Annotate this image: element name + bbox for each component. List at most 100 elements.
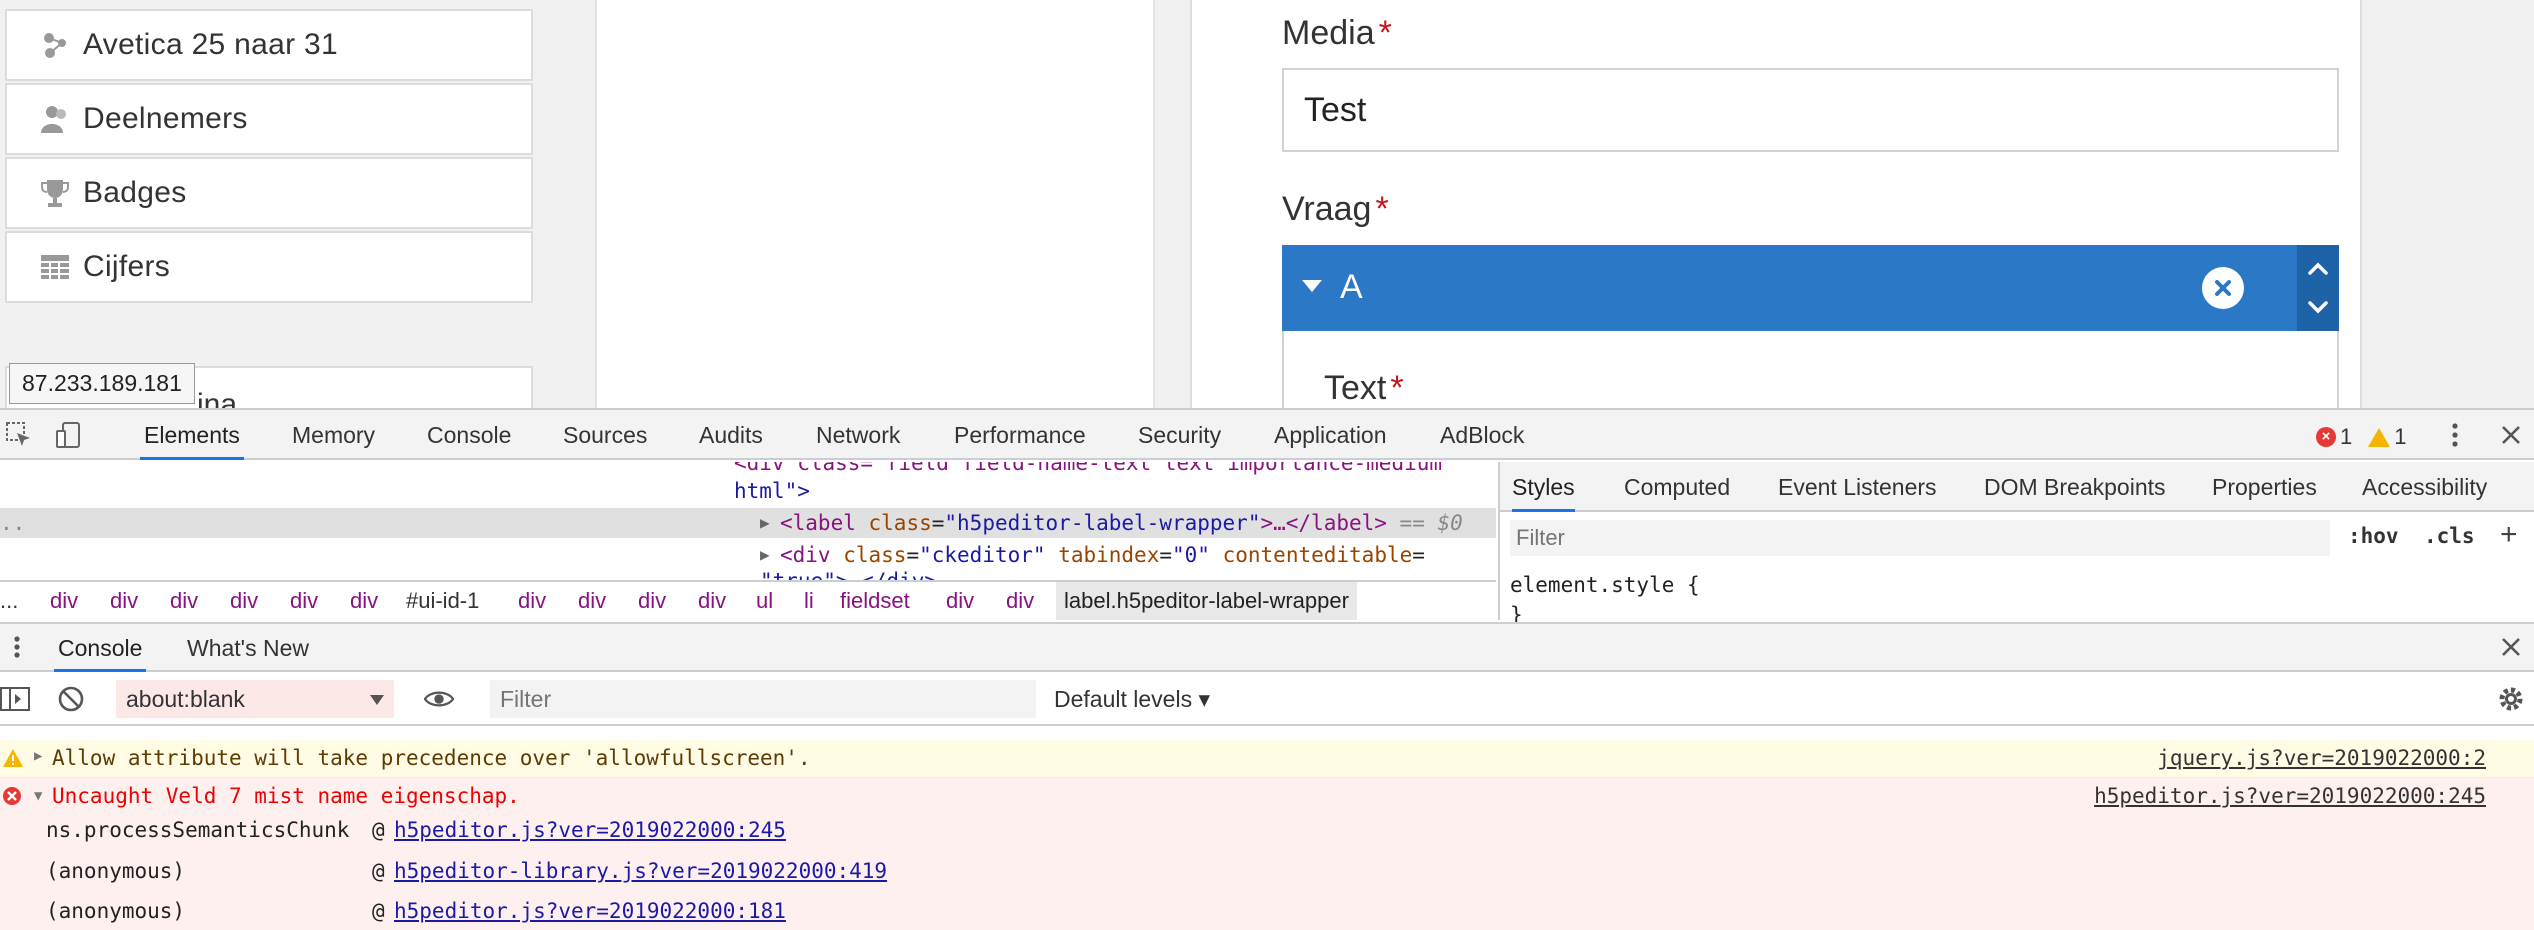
tag-open: <div (780, 543, 831, 567)
breadcrumb-item[interactable]: div (698, 588, 726, 614)
tab-event-listeners[interactable]: Event Listeners (1778, 462, 1937, 512)
styles-filter-input[interactable] (1510, 520, 2330, 556)
clear-console-icon[interactable] (56, 684, 86, 714)
elements-tree: <div class="field field-name-text text i… (0, 462, 1496, 580)
tab-sources[interactable]: Sources (559, 410, 651, 460)
sidebar-item-avetica[interactable]: Avetica 25 naar 31 (5, 9, 533, 81)
warning-icon (2, 748, 24, 773)
breadcrumb-item[interactable]: div (110, 588, 138, 614)
tab-dom-breakpoints[interactable]: DOM Breakpoints (1984, 462, 2166, 512)
attr-value: "ckeditor" (919, 543, 1046, 567)
drawer-tab-whats-new[interactable]: What's New (183, 624, 313, 672)
console-filter-input[interactable] (490, 680, 1036, 718)
breadcrumb-item[interactable]: div (230, 588, 258, 614)
console-settings-gear-icon[interactable] (2496, 684, 2526, 714)
trophy-icon (37, 175, 73, 211)
breadcrumb-item[interactable]: div (638, 588, 666, 614)
live-expression-eye-icon[interactable] (424, 684, 454, 714)
collapse-arrow-icon[interactable]: ▼ (34, 788, 42, 804)
tab-accessibility[interactable]: Accessibility (2362, 462, 2487, 512)
hover-state-toggle[interactable]: :hov (2348, 524, 2399, 548)
drawer-tab-console[interactable]: Console (54, 624, 147, 672)
breadcrumb-item[interactable]: div (50, 588, 78, 614)
issue-counters[interactable]: × 1 1 (2316, 424, 2407, 450)
styles-sidebar: Styles Computed Event Listeners DOM Brea… (1498, 462, 2534, 627)
element-style-rule[interactable]: element.style { } (1510, 570, 1700, 630)
sidebar-item-badges[interactable]: Badges (5, 157, 533, 229)
media-input[interactable]: Test (1282, 68, 2339, 152)
dom-node-partial[interactable]: <div class="field field-name-text text i… (734, 462, 1442, 478)
indent-ellipsis: .. (0, 511, 26, 535)
error-source-link[interactable]: h5peditor.js?ver=2019022000:245 (2094, 784, 2486, 808)
expand-arrow-icon[interactable]: ▶ (34, 748, 42, 764)
tab-elements[interactable]: Elements (140, 410, 244, 460)
inspect-element-icon[interactable] (4, 420, 34, 450)
stack-frame-link[interactable]: h5peditor-library.js?ver=2019022000:419 (394, 859, 887, 883)
tab-styles[interactable]: Styles (1512, 462, 1575, 512)
new-rule-button[interactable]: + (2500, 518, 2518, 552)
breadcrumb-overflow[interactable]: ... (0, 588, 18, 614)
stack-frame-link[interactable]: h5peditor.js?ver=2019022000:181 (394, 899, 786, 923)
order-controls (2297, 245, 2339, 331)
tab-computed[interactable]: Computed (1624, 462, 1730, 512)
stack-frame-at: @ (372, 859, 385, 883)
breadcrumb-item[interactable]: div (170, 588, 198, 614)
warning-count-icon (2368, 427, 2391, 447)
tab-adblock[interactable]: AdBlock (1436, 410, 1528, 460)
content-column (595, 0, 1155, 408)
tab-network[interactable]: Network (812, 410, 904, 460)
console-warning-message: ▶ Allow attribute will take precedence o… (0, 740, 2534, 778)
breadcrumb-item[interactable]: div (350, 588, 378, 614)
breadcrumb-item[interactable]: div (1006, 588, 1034, 614)
close-drawer-icon[interactable] (2496, 632, 2526, 662)
warning-source-link[interactable]: jquery.js?ver=2019022000:2 (2157, 746, 2486, 770)
sidebar-item-cijfers[interactable]: Cijfers (5, 231, 533, 303)
log-levels-dropdown[interactable]: Default levels ▾ (1054, 686, 1210, 713)
dom-node-continuation: html"> (734, 476, 810, 506)
more-options-icon[interactable] (2440, 420, 2470, 450)
expand-arrow-icon[interactable]: ▶ (760, 508, 770, 538)
stack-frame-link[interactable]: h5peditor.js?ver=2019022000:245 (394, 818, 786, 842)
tag-collapsed: >…</ (1260, 511, 1312, 535)
grid-icon (37, 249, 73, 285)
class-toggle[interactable]: .cls (2424, 524, 2475, 548)
breadcrumb-item[interactable]: div (518, 588, 546, 614)
tab-security[interactable]: Security (1134, 410, 1225, 460)
sidebar-item-label: ina (197, 388, 238, 408)
vraag-label-text: Vraag (1282, 190, 1372, 228)
vraag-item-header[interactable]: A (1282, 245, 2339, 331)
dom-node-continuation-text: html"> (734, 479, 810, 503)
sidebar-item-label: Badges (83, 176, 187, 209)
breadcrumb-item[interactable]: div (946, 588, 974, 614)
context-selector[interactable]: about:blank (116, 680, 394, 718)
tab-performance[interactable]: Performance (950, 410, 1090, 460)
tab-audits[interactable]: Audits (695, 410, 767, 460)
breadcrumb-item-selected[interactable]: label.h5peditor-label-wrapper (1056, 582, 1357, 620)
breadcrumb-item[interactable]: li (804, 588, 814, 614)
vraag-label: Vraag * (1282, 190, 1389, 229)
tab-properties[interactable]: Properties (2212, 462, 2317, 512)
dom-node-selected[interactable]: .. ▶ <label class="h5peditor-label-wrapp… (0, 508, 1496, 538)
close-devtools-icon[interactable] (2496, 420, 2526, 450)
devtools-panel: Elements Memory Console Sources Audits N… (0, 408, 2534, 930)
tab-application[interactable]: Application (1270, 410, 1391, 460)
console-toolbar: about:blank Default levels ▾ (0, 672, 2534, 726)
tab-console[interactable]: Console (423, 410, 515, 460)
tab-memory[interactable]: Memory (288, 410, 379, 460)
required-mark: * (1390, 369, 1404, 407)
error-text: Uncaught Veld 7 mist name eigenschap. (52, 784, 520, 808)
breadcrumb-item[interactable]: #ui-id-1 (406, 588, 479, 614)
breadcrumb-item[interactable]: div (290, 588, 318, 614)
move-up-icon[interactable] (2308, 262, 2328, 275)
sidebar-item-deelnemers[interactable]: Deelnemers (5, 83, 533, 155)
device-toolbar-icon[interactable] (54, 420, 84, 450)
remove-item-icon[interactable] (2202, 267, 2244, 309)
drawer-menu-icon[interactable] (2, 632, 32, 662)
move-down-icon[interactable] (2308, 301, 2328, 314)
breadcrumb-item[interactable]: ul (756, 588, 773, 614)
breadcrumb-item[interactable]: div (578, 588, 606, 614)
console-sidebar-icon[interactable] (0, 684, 30, 714)
users-icon (37, 101, 73, 137)
collapse-caret-icon[interactable] (1302, 280, 1322, 292)
breadcrumb-item[interactable]: fieldset (840, 588, 910, 614)
